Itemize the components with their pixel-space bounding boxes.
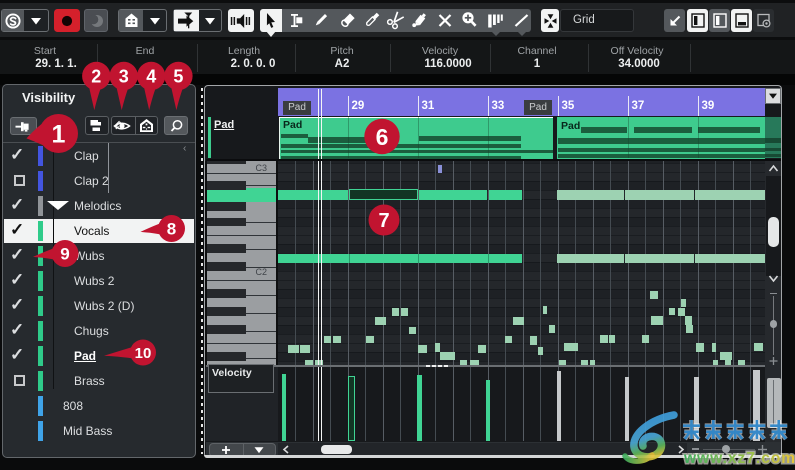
svg-text:www.xz7.com: www.xz7.com xyxy=(683,450,795,467)
